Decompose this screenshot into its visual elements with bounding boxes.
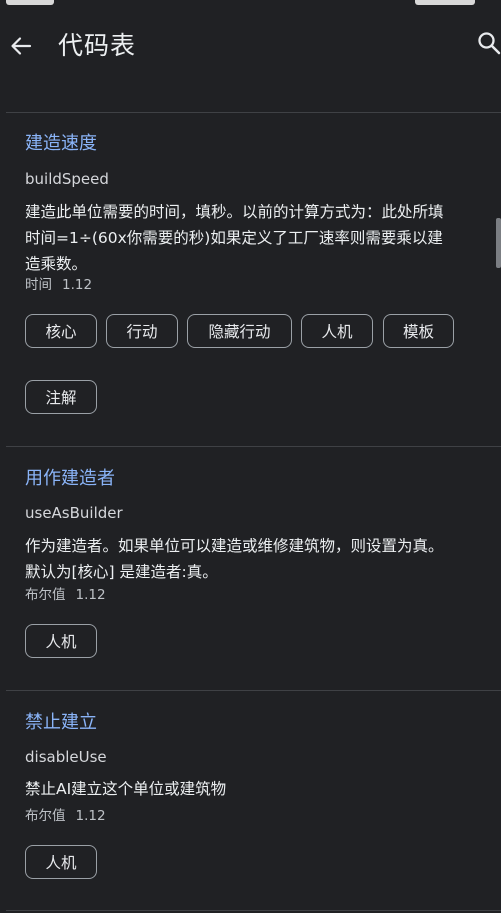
description-line: 禁止AI建立这个单位或建筑物: [25, 780, 227, 798]
tag-chip-hidden-action[interactable]: 隐藏行动: [187, 314, 292, 348]
entry-key: disableUse: [25, 748, 107, 766]
search-icon: [478, 32, 501, 55]
description-line: 时间=1÷(60x你需要的秒)如果定义了工厂速率则需要乘以建: [25, 229, 443, 247]
tag-chip-template[interactable]: 模板: [383, 314, 454, 348]
entry-type: 布尔值: [25, 587, 66, 603]
description-line: 造乘数。: [25, 255, 88, 273]
entry-key: useAsBuilder: [25, 504, 123, 522]
status-bar: [0, 0, 501, 8]
entry-version: 1.12: [75, 808, 106, 824]
entry-type: 布尔值: [25, 808, 66, 824]
scrollbar-thumb[interactable]: [496, 218, 501, 268]
entry-description: 禁止AI建立这个单位或建筑物: [25, 776, 487, 802]
tag-row: 核心 行动 隐藏行动 人机 模板: [25, 314, 487, 350]
entry-description: 作为建造者。如果单位可以建造或维修建筑物，则设置为真。 默认为[核心] 是建造者…: [25, 533, 487, 585]
entry-title[interactable]: 用作建造者: [25, 466, 115, 492]
entry-meta: 布尔值 1.12: [25, 806, 106, 826]
status-bar-time: [6, 0, 54, 5]
entry-description: 建造此单位需要的时间，填秒。以前的计算方式为：此处所填 时间=1÷(60x你需要…: [25, 199, 487, 277]
tag-chip-action[interactable]: 行动: [106, 314, 178, 348]
search-button[interactable]: [476, 30, 501, 64]
entry-version: 1.12: [62, 277, 93, 293]
tag-chip-ai[interactable]: 人机: [301, 314, 373, 348]
description-line: 默认为[核心] 是建造者:真。: [25, 563, 218, 581]
code-entry-useasbuilder: 用作建造者 useAsBuilder 作为建造者。如果单位可以建造或维修建筑物，…: [25, 466, 487, 666]
entry-meta: 布尔值 1.12: [25, 585, 106, 605]
tag-row: 人机: [25, 624, 487, 660]
entry-type: 时间: [25, 277, 52, 293]
tag-row: 人机: [25, 845, 487, 881]
entry-title[interactable]: 建造速度: [25, 131, 97, 157]
divider: [6, 910, 501, 911]
tag-chip-ai[interactable]: 人机: [25, 624, 97, 658]
status-bar-indicators: [415, 0, 475, 5]
entry-meta: 时间 1.12: [25, 275, 92, 295]
description-line: 作为建造者。如果单位可以建造或维修建筑物，则设置为真。: [25, 537, 444, 555]
page-title: 代码表: [58, 31, 137, 60]
description-line: 建造此单位需要的时间，填秒。以前的计算方式为：此处所填: [25, 203, 444, 221]
tag-chip-core[interactable]: 核心: [25, 314, 97, 348]
back-button[interactable]: [4, 26, 38, 66]
tag-chip-annotation[interactable]: 注解: [25, 380, 97, 414]
app-bar: 代码表: [0, 8, 501, 84]
divider: [6, 112, 501, 113]
entry-key: buildSpeed: [25, 170, 109, 188]
divider: [6, 446, 501, 447]
code-entry-buildspeed: 建造速度 buildSpeed 建造此单位需要的时间，填秒。以前的计算方式为：此…: [25, 131, 487, 431]
divider: [6, 690, 501, 691]
tag-chip-ai[interactable]: 人机: [25, 845, 97, 879]
arrow-back-icon: [11, 37, 32, 55]
entry-title[interactable]: 禁止建立: [25, 710, 97, 736]
tag-row: 注解: [25, 380, 487, 416]
entry-version: 1.12: [75, 587, 106, 603]
code-entry-disableuse: 禁止建立 disableUse 禁止AI建立这个单位或建筑物 布尔值 1.12 人…: [25, 710, 487, 890]
